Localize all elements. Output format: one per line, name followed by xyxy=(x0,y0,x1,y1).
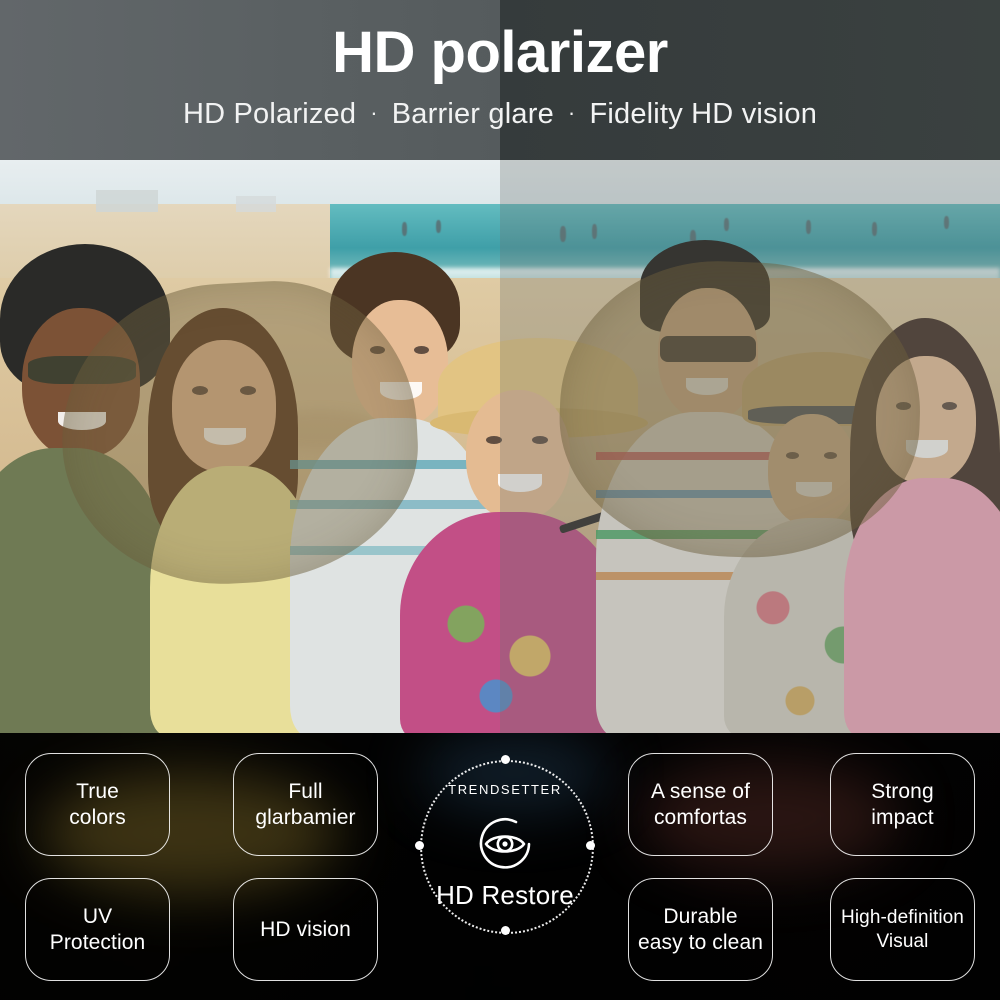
feature-box-durable[interactable]: Durable easy to clean xyxy=(628,878,773,981)
ring-marker-dot xyxy=(500,926,510,935)
header-banner: HD polarizer HD Polarized · Barrier glar… xyxy=(0,0,1000,160)
distant-person xyxy=(436,220,441,233)
feature-box-true-colors[interactable]: True colors xyxy=(25,753,170,856)
feature-label: HD vision xyxy=(260,917,351,941)
eye-icon xyxy=(470,815,540,873)
feature-label: True colors xyxy=(69,779,126,829)
trendsetter-badge[interactable]: TRENDSETTER HD Restore xyxy=(415,755,595,940)
header-feature-3: Fidelity HD vision xyxy=(589,98,818,130)
separator-dot: · xyxy=(370,99,378,125)
far-building xyxy=(96,190,158,212)
eye xyxy=(414,346,429,354)
product-poster: HD polarizer HD Polarized · Barrier glar… xyxy=(0,0,1000,1000)
feature-label: A sense of comfortas xyxy=(650,779,751,829)
badge-caption: HD Restore xyxy=(436,880,574,910)
header-subtitle: HD Polarized · Barrier glare · Fidelity … xyxy=(183,98,817,131)
feature-box-full-glare[interactable]: Full glarbamier xyxy=(233,753,378,856)
feature-box-comfort[interactable]: A sense of comfortas xyxy=(628,753,773,856)
photo-scene xyxy=(0,160,1000,735)
page-title: HD polarizer xyxy=(332,20,668,85)
feature-label: High-definition Visual xyxy=(841,907,964,952)
header-feature-1: HD Polarized xyxy=(182,98,357,130)
ring-marker-dot xyxy=(415,840,424,850)
feature-label: UV Protection xyxy=(49,904,146,954)
feature-box-strong-impact[interactable]: Strong impact xyxy=(830,753,975,856)
feature-box-hd-vision[interactable]: HD vision xyxy=(233,878,378,981)
feature-label: Durable easy to clean xyxy=(637,904,764,954)
header-feature-2: Barrier glare xyxy=(391,98,554,130)
feature-label: Full glarbamier xyxy=(255,779,356,829)
feature-box-uv-protection[interactable]: UV Protection xyxy=(25,878,170,981)
ring-marker-dot xyxy=(500,755,510,764)
feature-box-high-definition[interactable]: High-definition Visual xyxy=(830,878,975,981)
separator-dot: · xyxy=(567,99,576,125)
badge-label: TRENDSETTER xyxy=(448,782,562,797)
far-building xyxy=(236,196,276,212)
distant-person xyxy=(402,222,407,236)
ring-marker-dot xyxy=(586,840,595,850)
feature-label: Strong impact xyxy=(871,779,934,829)
